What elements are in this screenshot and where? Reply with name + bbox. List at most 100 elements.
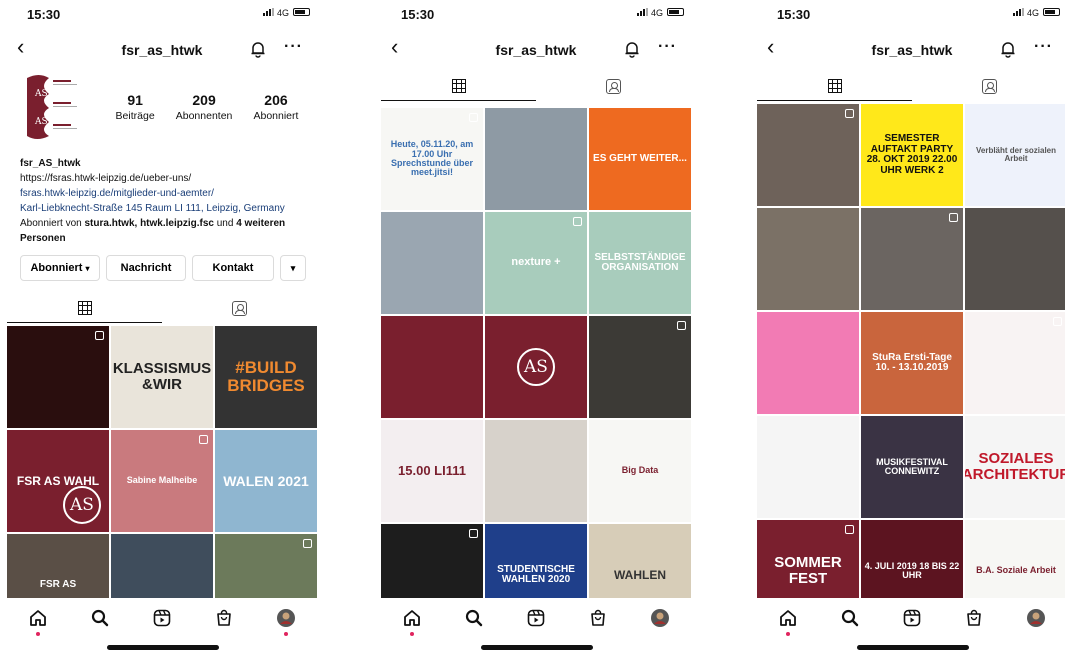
nav-profile[interactable] (1024, 606, 1048, 630)
profile-stats: 91 Beiträge 209 Abonnenten 206 Abonniert (105, 92, 309, 122)
post-thumbnail[interactable] (485, 420, 587, 522)
nav-home[interactable] (776, 606, 800, 636)
network-indicator: 4G (1012, 8, 1039, 18)
status-time: 15:30 (401, 7, 435, 22)
multiple-posts-icon (95, 331, 104, 340)
search-icon (91, 609, 109, 627)
nav-profile[interactable] (648, 606, 672, 630)
svg-text:AS: AS (34, 89, 48, 99)
nav-shop[interactable] (586, 606, 610, 630)
stat-following[interactable]: 206 Abonniert (253, 92, 298, 122)
profile-tabs (381, 73, 691, 101)
notification-dot (786, 632, 790, 636)
post-thumbnail[interactable]: WALEN 2021 (215, 430, 317, 532)
search-icon (841, 609, 859, 627)
battery-icon (1043, 8, 1060, 16)
bell-icon[interactable] (999, 40, 1017, 58)
status-time: 15:30 (27, 7, 61, 22)
bottom-nav (381, 598, 691, 638)
post-thumbnail[interactable]: KLASSISMUS &WIR (111, 326, 213, 428)
post-thumbnail[interactable] (861, 208, 963, 310)
post-thumbnail[interactable]: AS (485, 316, 587, 418)
post-thumbnail[interactable]: MUSIKFESTIVAL CONNEWITZ (861, 416, 963, 518)
post-thumbnail[interactable]: StuRa Ersti-Tage 10. - 13.10.2019 (861, 312, 963, 414)
nav-profile[interactable] (274, 606, 298, 636)
tab-tagged[interactable] (912, 73, 1065, 99)
post-thumbnail[interactable]: Big Data (589, 420, 691, 522)
post-thumbnail[interactable]: Sabine Malheibe (111, 430, 213, 532)
more-options-icon[interactable]: ··· (1034, 38, 1053, 56)
address-link[interactable]: Karl-Liebknecht-Straße 145 Raum LI 111, … (20, 201, 316, 216)
contact-button[interactable]: Kontakt (192, 255, 274, 281)
post-thumbnail[interactable]: AS FSR AS WAHL (7, 430, 109, 532)
bell-icon[interactable] (623, 40, 641, 58)
post-thumbnail[interactable]: nexture + (485, 212, 587, 314)
post-grid: Heute, 05.11.20, am 17.00 Uhr Sprechstun… (381, 108, 691, 626)
nav-search[interactable] (88, 606, 112, 630)
top-bar: ‹ fsr_as_htwk ··· (381, 34, 691, 64)
profile-bio: fsr_AS_htwk https://fsras.htwk-leipzig.d… (20, 156, 316, 246)
post-thumbnail[interactable] (589, 316, 691, 418)
profile-avatar-icon (651, 609, 669, 627)
network-label: 4G (1026, 8, 1039, 18)
profile-avatar-icon (1027, 609, 1045, 627)
shop-bag-icon (967, 609, 981, 626)
tab-posts-grid[interactable] (381, 73, 536, 101)
nav-search[interactable] (838, 606, 862, 630)
post-thumbnail[interactable] (381, 212, 483, 314)
post-thumbnail[interactable] (965, 208, 1065, 310)
post-thumbnail[interactable]: #BUILD BRIDGES (215, 326, 317, 428)
tab-posts-grid[interactable] (7, 295, 162, 323)
post-thumbnail[interactable]: Verbläht der sozialen Arbeit (965, 104, 1065, 206)
post-caption-text: Sabine Malheibe (126, 475, 198, 486)
tab-tagged[interactable] (162, 295, 317, 321)
post-thumbnail[interactable] (485, 108, 587, 210)
reels-icon (903, 609, 921, 627)
status-bar: 15:30 4G (7, 0, 317, 28)
post-thumbnail[interactable] (757, 208, 859, 310)
post-caption-text: B.A. Soziale Arbeit (976, 565, 1056, 576)
nav-reels[interactable] (150, 606, 174, 630)
home-indicator (107, 645, 219, 650)
home-indicator (481, 645, 593, 650)
grid-icon (827, 79, 842, 93)
nav-shop[interactable] (212, 606, 236, 630)
website-link[interactable]: https://fsras.htwk-leipzig.de/ueber-uns/ (20, 171, 316, 186)
nav-home[interactable] (400, 606, 424, 636)
post-thumbnail[interactable]: SELBSTSTÄNDIGE ORGANISATION (589, 212, 691, 314)
nav-reels[interactable] (524, 606, 548, 630)
suggestions-button[interactable]: ▾ (280, 255, 306, 281)
post-caption-text: Big Data (621, 465, 659, 476)
post-thumbnail[interactable]: SEMESTER AUFTAKT PARTY 28. OKT 2019 22.0… (861, 104, 963, 206)
tab-posts-grid[interactable] (757, 73, 912, 101)
post-thumbnail[interactable]: SOZIALES ARCHITEKTUR (965, 416, 1065, 518)
status-bar: 15:30 4G (757, 0, 1065, 28)
nav-search[interactable] (462, 606, 486, 630)
nav-home[interactable] (26, 606, 50, 636)
nav-shop[interactable] (962, 606, 986, 630)
stat-posts[interactable]: 91 Beiträge (116, 92, 155, 122)
tab-tagged[interactable] (536, 73, 691, 99)
post-thumbnail[interactable] (757, 416, 859, 518)
post-thumbnail[interactable] (7, 326, 109, 428)
search-icon (465, 609, 483, 627)
post-thumbnail[interactable] (757, 104, 859, 206)
post-thumbnail[interactable]: 15.00 LI111 (381, 420, 483, 522)
bell-icon[interactable] (249, 40, 267, 58)
more-options-icon[interactable]: ··· (284, 38, 303, 56)
nav-reels[interactable] (900, 606, 924, 630)
post-thumbnail[interactable] (381, 316, 483, 418)
more-options-icon[interactable]: ··· (658, 38, 677, 56)
followed-by-text[interactable]: Abonniert von stura.htwk, htwk.leipzig.f… (20, 218, 285, 244)
stat-followers[interactable]: 209 Abonnenten (176, 92, 233, 122)
message-button[interactable]: Nachricht (106, 255, 186, 281)
post-thumbnail[interactable] (757, 312, 859, 414)
post-thumbnail[interactable]: Heute, 05.11.20, am 17.00 Uhr Sprechstun… (381, 108, 483, 210)
following-button[interactable]: Abonniert ▾ (20, 255, 100, 281)
members-link[interactable]: fsras.htwk-leipzig.de/mitglieder-und-aem… (20, 186, 316, 201)
post-thumbnail[interactable]: ES GEHT WEITER... (589, 108, 691, 210)
avatar[interactable]: AS AS (23, 72, 81, 140)
post-thumbnail[interactable] (965, 312, 1065, 414)
svg-text:AS: AS (34, 117, 48, 127)
post-caption-text: SOZIALES ARCHITEKTUR (965, 450, 1065, 483)
